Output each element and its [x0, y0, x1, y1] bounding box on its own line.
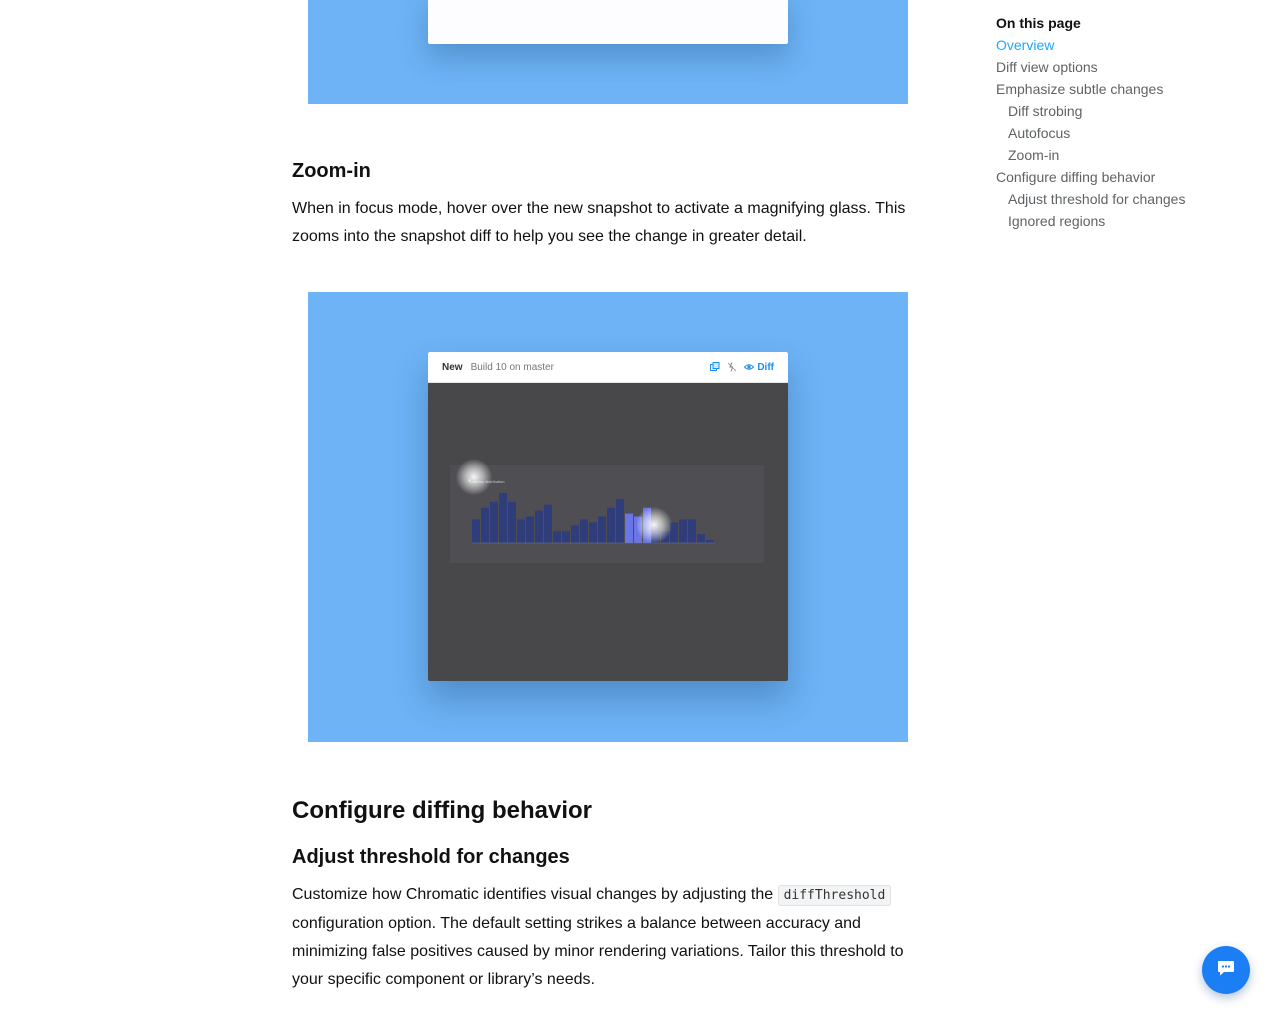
- adjust-threshold-description: Customize how Chromatic identifies visua…: [292, 881, 912, 994]
- chart-bar: [526, 516, 534, 543]
- snapshot-canvas[interactable]: Latency distribution: [428, 383, 788, 681]
- overlay-icon[interactable]: [710, 362, 720, 372]
- toc-item-configure-diffing-behavior[interactable]: Configure diffing behavior: [996, 166, 1266, 188]
- chart-bar: [616, 498, 624, 543]
- strobe-icon[interactable]: [727, 362, 737, 372]
- code-diff-threshold: diffThreshold: [777, 885, 892, 906]
- chart-bar: [607, 507, 615, 543]
- figure-previous: [308, 0, 908, 104]
- diff-label: Diff: [757, 361, 774, 373]
- toc-item-autofocus[interactable]: Autofocus: [996, 122, 1266, 144]
- adjust-text-after: configuration option. The default settin…: [292, 915, 904, 988]
- snapshot-tools: Diff: [710, 362, 774, 373]
- snapshot-build-info: Build 10 on master: [470, 361, 554, 373]
- figure-zoom-in: New Build 10 on master Diff distribution: [308, 292, 908, 742]
- snapshot-panel: New Build 10 on master Diff distribution: [428, 352, 788, 681]
- chart-bar: [472, 519, 480, 543]
- chart-bar: [499, 493, 507, 543]
- zoom-in-description: When in focus mode, hover over the new s…: [292, 200, 906, 245]
- heading-adjust-threshold: Adjust threshold for changes: [292, 846, 570, 868]
- chart-bar: [706, 540, 714, 543]
- heading-configure-diffing: Configure diffing behavior: [292, 797, 592, 824]
- toc-item-ignored-regions[interactable]: Ignored regions: [996, 210, 1266, 232]
- chart-bar: [544, 504, 552, 543]
- snapshot-chart: Latency distribution: [450, 465, 764, 563]
- chat-button[interactable]: [1202, 946, 1250, 994]
- figure-previous-snapshot-card: [428, 0, 788, 44]
- chart-bar: [535, 510, 543, 543]
- chart-bar: [697, 534, 705, 543]
- magnifier-glow: [636, 507, 672, 543]
- diff-toggle-button[interactable]: Diff: [744, 362, 774, 373]
- toc-item-diff-view-options[interactable]: Diff view options: [996, 56, 1266, 78]
- chart-bar: [490, 501, 498, 543]
- snapshot-new-label: New: [442, 361, 463, 373]
- chart-bars: [472, 493, 715, 544]
- chart-bar: [553, 531, 561, 543]
- heading-zoom-in: Zoom-in: [292, 160, 371, 182]
- toc-item-zoom-in[interactable]: Zoom-in: [996, 144, 1266, 166]
- adjust-text-before: Customize how Chromatic identifies visua…: [292, 886, 778, 903]
- chart-bar: [625, 513, 633, 543]
- chart-bar: [571, 525, 579, 543]
- chat-bubble-icon: [1216, 958, 1236, 983]
- chart-bar: [580, 519, 588, 543]
- chart-bar: [508, 501, 516, 543]
- eye-icon: [744, 362, 755, 372]
- toc-item-adjust-threshold-for-changes[interactable]: Adjust threshold for changes: [996, 188, 1266, 210]
- magnifier-glow: [456, 459, 492, 495]
- chart-bar: [688, 519, 696, 543]
- toc-item-overview[interactable]: Overview: [996, 34, 1266, 56]
- toc-item-emphasize-subtle-changes[interactable]: Emphasize subtle changes: [996, 78, 1266, 100]
- chart-bar: [679, 519, 687, 543]
- chart-bar: [481, 507, 489, 543]
- chart-bar: [589, 522, 597, 543]
- snapshot-toolbar: New Build 10 on master Diff: [428, 352, 788, 383]
- chart-bar: [562, 531, 570, 543]
- toc-list: Overview Diff view options Emphasize subtl…: [996, 34, 1266, 232]
- chart-bar: [598, 516, 606, 543]
- on-this-page-nav: On this page Overview Diff view options Em…: [996, 12, 1266, 232]
- toc-title: On this page: [996, 15, 1081, 31]
- chart-bar: [517, 519, 525, 543]
- toc-item-diff-strobing[interactable]: Diff strobing: [996, 100, 1266, 122]
